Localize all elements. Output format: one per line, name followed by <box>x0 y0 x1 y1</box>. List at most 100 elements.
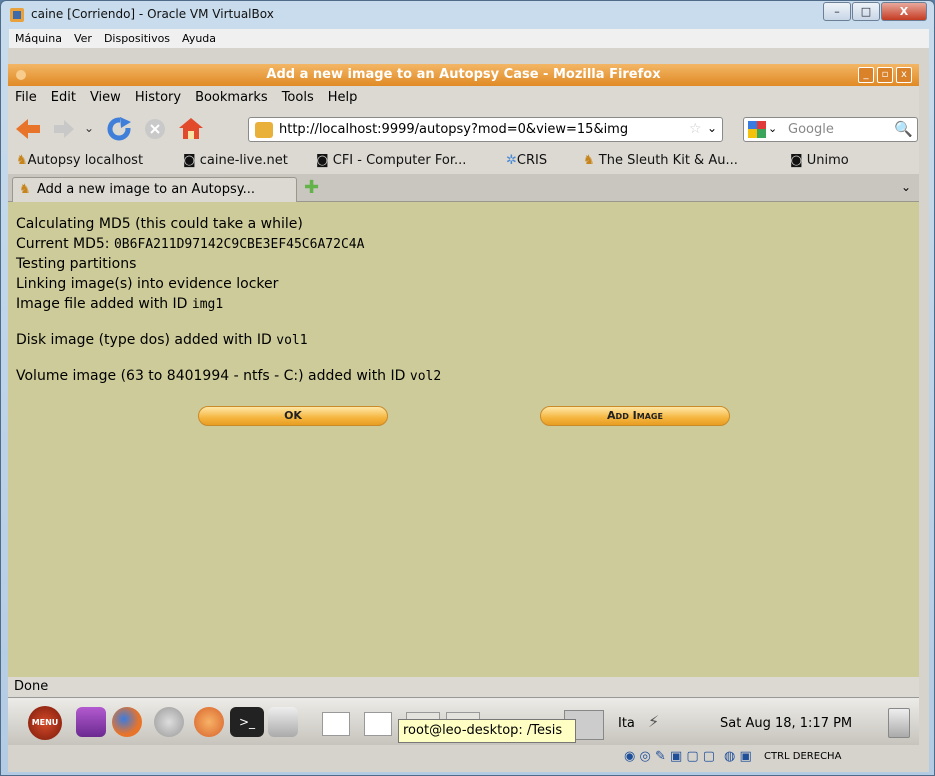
menu-view[interactable]: View <box>83 86 128 105</box>
ff-close-button[interactable]: x <box>896 67 912 83</box>
ff-maximize-button[interactable]: ▫ <box>877 67 893 83</box>
bookmark-cfi[interactable]: ◙ CFI - Computer For... <box>316 153 466 168</box>
page-icon: ◙ <box>183 153 200 168</box>
status-line-disk-added: Disk image (type dos) added with ID vol1 <box>16 332 308 348</box>
menu-edit[interactable]: Edit <box>44 86 83 105</box>
clock[interactable]: Sat Aug 18, 1:17 PM <box>720 716 852 731</box>
menu-bookmarks[interactable]: Bookmarks <box>188 86 275 105</box>
settings-gears-icon[interactable] <box>154 707 184 737</box>
ff-minimize-button[interactable]: _ <box>858 67 874 83</box>
cris-icon: ✲ <box>506 153 517 168</box>
menu-dispositivos[interactable]: Dispositivos <box>98 29 176 45</box>
page-content: Calculating MD5 (this could take a while… <box>8 202 919 677</box>
bookmark-label: CRIS <box>516 153 548 168</box>
menu-maquina[interactable]: Máquina <box>9 29 68 45</box>
autopsy-icon: ♞ <box>16 153 28 168</box>
tab-autopsy[interactable]: ♞ Add a new image to an Autopsy... <box>12 177 297 202</box>
site-identity-icon[interactable] <box>255 122 273 138</box>
bookmark-label: The Sleuth Kit & Au... <box>598 153 738 168</box>
menu-ayuda[interactable]: Ayuda <box>176 29 222 45</box>
status-line-image-added: Image file added with ID img1 <box>16 296 223 312</box>
taskbar-tooltip: root@leo-desktop: /Tesis <box>398 719 576 743</box>
nautilus-shell-icon[interactable] <box>194 707 224 737</box>
bookmark-autopsy-localhost[interactable]: ♞Autopsy localhost <box>16 153 143 168</box>
guest-top-strip <box>8 48 929 64</box>
menu-tools[interactable]: Tools <box>275 86 321 105</box>
status-line-linking: Linking image(s) into evidence locker <box>16 276 279 292</box>
reload-icon[interactable] <box>106 116 132 146</box>
minimize-button[interactable]: – <box>823 2 851 21</box>
menu-button[interactable]: MENU <box>28 706 62 740</box>
close-button[interactable]: X <box>881 2 927 21</box>
search-icon[interactable]: 🔍 <box>894 120 913 138</box>
firefox-menubar: File Edit View History Bookmarks Tools Help <box>8 86 919 110</box>
md5-value: 0B6FA211D97142C9CBE3EF45C6A72C4A <box>113 237 365 252</box>
disk-added-text: Disk image (type dos) added with ID <box>16 332 277 348</box>
host-key-label: CTRL DERECHA <box>764 751 842 762</box>
new-tab-plus-icon[interactable]: ✚ <box>304 177 319 198</box>
virtualbox-app-icon <box>9 7 25 23</box>
history-dropdown-icon[interactable]: ⌄ <box>84 121 94 135</box>
forward-icon[interactable] <box>52 119 76 143</box>
search-placeholder: Google <box>788 122 834 137</box>
volume-added-text: Volume image (63 to 8401994 - ntfs - C:)… <box>16 368 410 384</box>
network-plug-icon[interactable]: ⚡ <box>648 712 659 731</box>
menu-file[interactable]: File <box>8 86 44 105</box>
file-manager-icon[interactable] <box>76 707 106 737</box>
menu-help[interactable]: Help <box>321 86 365 105</box>
bookmark-caine-live[interactable]: ◙ caine-live.net <box>183 153 288 168</box>
virtualbox-titlebar[interactable]: caine [Corriendo] - Oracle VM VirtualBox… <box>1 1 935 29</box>
camera-icon[interactable] <box>268 707 298 737</box>
autopsy-icon: ♞ <box>19 182 31 197</box>
firefox-statusbar: Done <box>8 677 919 697</box>
vbox-extra-icons[interactable]: ◍ ▣ <box>724 749 752 764</box>
vbox-device-icons[interactable]: ◉ ◎ ✎ ▣ ▢ ▢ <box>624 749 715 764</box>
taskbar-window-terminal-1[interactable] <box>322 712 350 736</box>
firefox-titlebar[interactable]: Add a new image to an Autopsy Case - Moz… <box>8 64 919 86</box>
bookmark-cris[interactable]: ✲CRIS <box>506 153 547 168</box>
add-image-button[interactable]: Add Image <box>540 406 730 426</box>
url-dropdown-icon[interactable]: ⌄ <box>707 121 717 135</box>
virtualbox-menubar: Máquina Ver Dispositivos Ayuda <box>9 29 929 49</box>
image-added-text: Image file added with ID <box>16 296 192 312</box>
bookmark-label: caine-live.net <box>199 153 288 168</box>
bookmark-label: CFI - Computer For... <box>332 153 467 168</box>
bookmarks-toolbar: ♞Autopsy localhost ◙ caine-live.net ◙ CF… <box>8 148 919 174</box>
status-line-md5-calc: Calculating MD5 (this could take a while… <box>16 216 303 232</box>
url-text: http://localhost:9999/autopsy?mod=0&view… <box>279 122 629 137</box>
stop-icon[interactable] <box>144 118 166 144</box>
taskbar-window-terminal-2[interactable] <box>364 712 392 736</box>
virtualbox-status-tray: ◉ ◎ ✎ ▣ ▢ ▢ ◍ ▣ CTRL DERECHA <box>428 746 929 770</box>
status-text: Done <box>14 679 49 694</box>
bookmark-sleuth-kit[interactable]: ♞ The Sleuth Kit & Au... <box>583 153 738 168</box>
back-icon[interactable] <box>14 117 42 145</box>
search-engine-dropdown-icon[interactable]: ⌄ <box>768 122 777 135</box>
terminal-icon[interactable]: >_ <box>230 707 264 737</box>
bookmark-label: Unimo <box>806 153 849 168</box>
search-bar[interactable]: ⌄ Google 🔍 <box>743 117 918 142</box>
google-engine-icon[interactable] <box>748 121 766 138</box>
list-tabs-chevron-icon[interactable]: ⌄ <box>901 180 911 194</box>
bookmark-unimo[interactable]: ◙ Unimo <box>790 153 849 168</box>
navigation-toolbar: ⌄ http://localhost:9999/autopsy?mod=0&vi… <box>8 110 919 148</box>
star-icon[interactable]: ☆ <box>689 121 702 137</box>
home-icon[interactable] <box>178 116 204 144</box>
url-bar[interactable]: http://localhost:9999/autopsy?mod=0&view… <box>248 117 723 142</box>
guest-screen: Add a new image to an Autopsy Case - Moz… <box>8 48 929 772</box>
autopsy-icon: ♞ <box>583 153 599 168</box>
menu-history[interactable]: History <box>128 86 188 105</box>
maximize-button[interactable]: □ <box>852 2 880 21</box>
image-id: img1 <box>191 297 224 312</box>
disk-id: vol1 <box>276 333 308 348</box>
firefox-window-title: Add a new image to an Autopsy Case - Moz… <box>266 67 661 82</box>
ok-button[interactable]: OK <box>198 406 388 426</box>
menu-ver[interactable]: Ver <box>68 29 98 45</box>
bookmark-label: Autopsy localhost <box>27 153 144 168</box>
trash-icon[interactable] <box>888 708 910 738</box>
page-icon: ◙ <box>316 153 333 168</box>
firefox-icon[interactable] <box>112 707 142 737</box>
page-icon: ◙ <box>790 153 807 168</box>
status-line-volume-added: Volume image (63 to 8401994 - ntfs - C:)… <box>16 368 441 384</box>
tab-label: Add a new image to an Autopsy... <box>37 182 255 197</box>
keyboard-layout[interactable]: Ita <box>618 716 635 731</box>
